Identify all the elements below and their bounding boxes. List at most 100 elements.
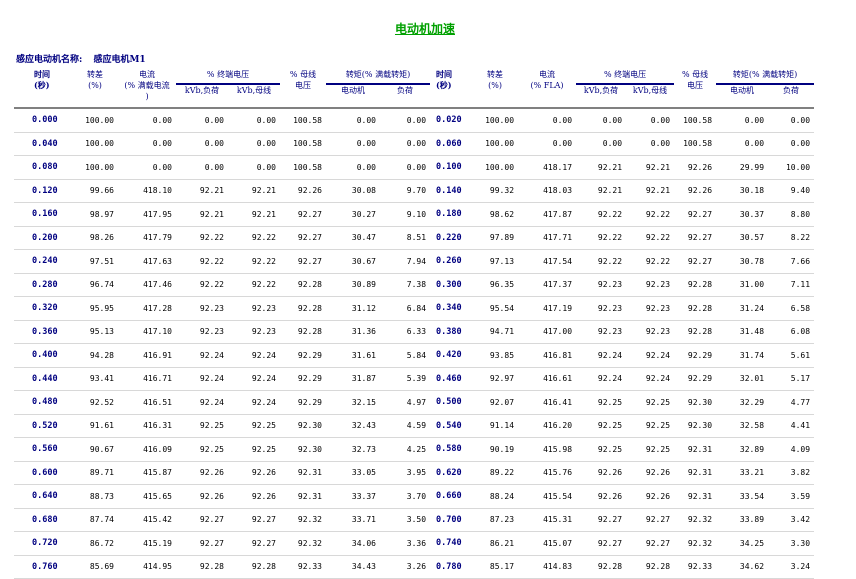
- value-cell: 4.77: [768, 391, 814, 415]
- value-cell: 92.26: [626, 485, 674, 509]
- table-row: 0.52091.61416.3192.2592.2592.3032.434.59…: [14, 415, 814, 439]
- value-cell: 92.28: [228, 556, 280, 579]
- value-cell: 92.52: [72, 391, 118, 415]
- table-row: 0.16098.97417.9592.2192.2192.2730.279.10…: [14, 203, 814, 227]
- value-cell: 92.24: [626, 344, 674, 368]
- value-cell: 414.95: [118, 556, 176, 579]
- value-cell: 416.41: [518, 391, 576, 415]
- value-cell: 0.00: [380, 109, 430, 133]
- value-cell: 3.26: [380, 556, 430, 579]
- header-kvb-load-right: kVb,负荷: [576, 85, 626, 109]
- time-cell: 0.280: [14, 274, 72, 298]
- time-cell: 0.460: [430, 368, 472, 392]
- value-cell: 92.22: [228, 227, 280, 251]
- time-cell: 0.760: [14, 556, 72, 579]
- time-cell: 0.160: [14, 203, 72, 227]
- value-cell: 92.24: [228, 391, 280, 415]
- value-cell: 92.28: [280, 274, 326, 298]
- value-cell: 34.62: [716, 556, 768, 579]
- value-cell: 3.24: [768, 556, 814, 579]
- time-cell: 0.360: [14, 321, 72, 345]
- value-cell: 92.32: [674, 532, 716, 556]
- value-cell: 417.10: [118, 321, 176, 345]
- time-cell: 0.400: [14, 344, 72, 368]
- value-cell: 100.58: [280, 156, 326, 180]
- value-cell: 90.67: [72, 438, 118, 462]
- value-cell: 30.67: [326, 250, 380, 274]
- value-cell: 98.26: [72, 227, 118, 251]
- value-cell: 92.23: [228, 321, 280, 345]
- value-cell: 3.30: [768, 532, 814, 556]
- value-cell: 30.18: [716, 180, 768, 204]
- value-cell: 7.66: [768, 250, 814, 274]
- value-cell: 9.70: [380, 180, 430, 204]
- value-cell: 9.40: [768, 180, 814, 204]
- value-cell: 92.22: [626, 203, 674, 227]
- value-cell: 85.69: [72, 556, 118, 579]
- value-cell: 416.09: [118, 438, 176, 462]
- header-kvb-load: kVb,负荷: [176, 85, 228, 109]
- value-cell: 88.73: [72, 485, 118, 509]
- value-cell: 100.00: [472, 133, 518, 157]
- time-cell: 0.740: [430, 532, 472, 556]
- value-cell: 89.22: [472, 462, 518, 486]
- value-cell: 92.27: [674, 250, 716, 274]
- table-row: 0.64088.73415.6592.2692.2692.3133.373.70…: [14, 485, 814, 509]
- value-cell: 92.26: [626, 462, 674, 486]
- value-cell: 92.28: [176, 556, 228, 579]
- value-cell: 30.37: [716, 203, 768, 227]
- value-cell: 92.23: [576, 321, 626, 345]
- header-time: 时间(秒): [14, 67, 72, 109]
- table-row: 0.28096.74417.4692.2292.2292.2830.897.38…: [14, 274, 814, 298]
- value-cell: 95.54: [472, 297, 518, 321]
- value-cell: 92.31: [674, 462, 716, 486]
- value-cell: 92.29: [280, 368, 326, 392]
- value-cell: 416.20: [518, 415, 576, 439]
- value-cell: 89.71: [72, 462, 118, 486]
- value-cell: 92.21: [228, 203, 280, 227]
- value-cell: 6.84: [380, 297, 430, 321]
- value-cell: 98.97: [72, 203, 118, 227]
- value-cell: 418.10: [118, 180, 176, 204]
- value-cell: 0.00: [176, 156, 228, 180]
- value-cell: 34.25: [716, 532, 768, 556]
- time-cell: 0.780: [430, 556, 472, 579]
- value-cell: 92.33: [280, 556, 326, 579]
- value-cell: 30.89: [326, 274, 380, 298]
- value-cell: 92.24: [176, 391, 228, 415]
- value-cell: 31.00: [716, 274, 768, 298]
- value-cell: 92.31: [280, 485, 326, 509]
- value-cell: 416.51: [118, 391, 176, 415]
- value-cell: 4.09: [768, 438, 814, 462]
- header-terminal-voltage: % 终端电压: [176, 67, 280, 85]
- time-cell: 0.200: [14, 227, 72, 251]
- value-cell: 33.54: [716, 485, 768, 509]
- value-cell: 6.33: [380, 321, 430, 345]
- time-cell: 0.040: [14, 133, 72, 157]
- value-cell: 416.31: [118, 415, 176, 439]
- value-cell: 31.61: [326, 344, 380, 368]
- value-cell: 3.42: [768, 509, 814, 533]
- value-cell: 92.22: [228, 250, 280, 274]
- value-cell: 33.89: [716, 509, 768, 533]
- value-cell: 30.08: [326, 180, 380, 204]
- value-cell: 33.37: [326, 485, 380, 509]
- value-cell: 92.25: [228, 438, 280, 462]
- value-cell: 417.28: [118, 297, 176, 321]
- value-cell: 5.17: [768, 368, 814, 392]
- value-cell: 0.00: [716, 133, 768, 157]
- time-cell: 0.660: [430, 485, 472, 509]
- value-cell: 92.25: [576, 415, 626, 439]
- table-row: 0.000100.000.000.000.00100.580.000.000.0…: [14, 109, 814, 133]
- value-cell: 415.07: [518, 532, 576, 556]
- table-row: 0.60089.71415.8792.2692.2692.3133.053.95…: [14, 462, 814, 486]
- value-cell: 0.00: [626, 133, 674, 157]
- value-cell: 92.31: [674, 438, 716, 462]
- value-cell: 30.57: [716, 227, 768, 251]
- value-cell: 100.00: [72, 156, 118, 180]
- value-cell: 92.25: [228, 415, 280, 439]
- time-cell: 0.180: [430, 203, 472, 227]
- value-cell: 3.70: [380, 485, 430, 509]
- value-cell: 415.76: [518, 462, 576, 486]
- value-cell: 0.00: [228, 156, 280, 180]
